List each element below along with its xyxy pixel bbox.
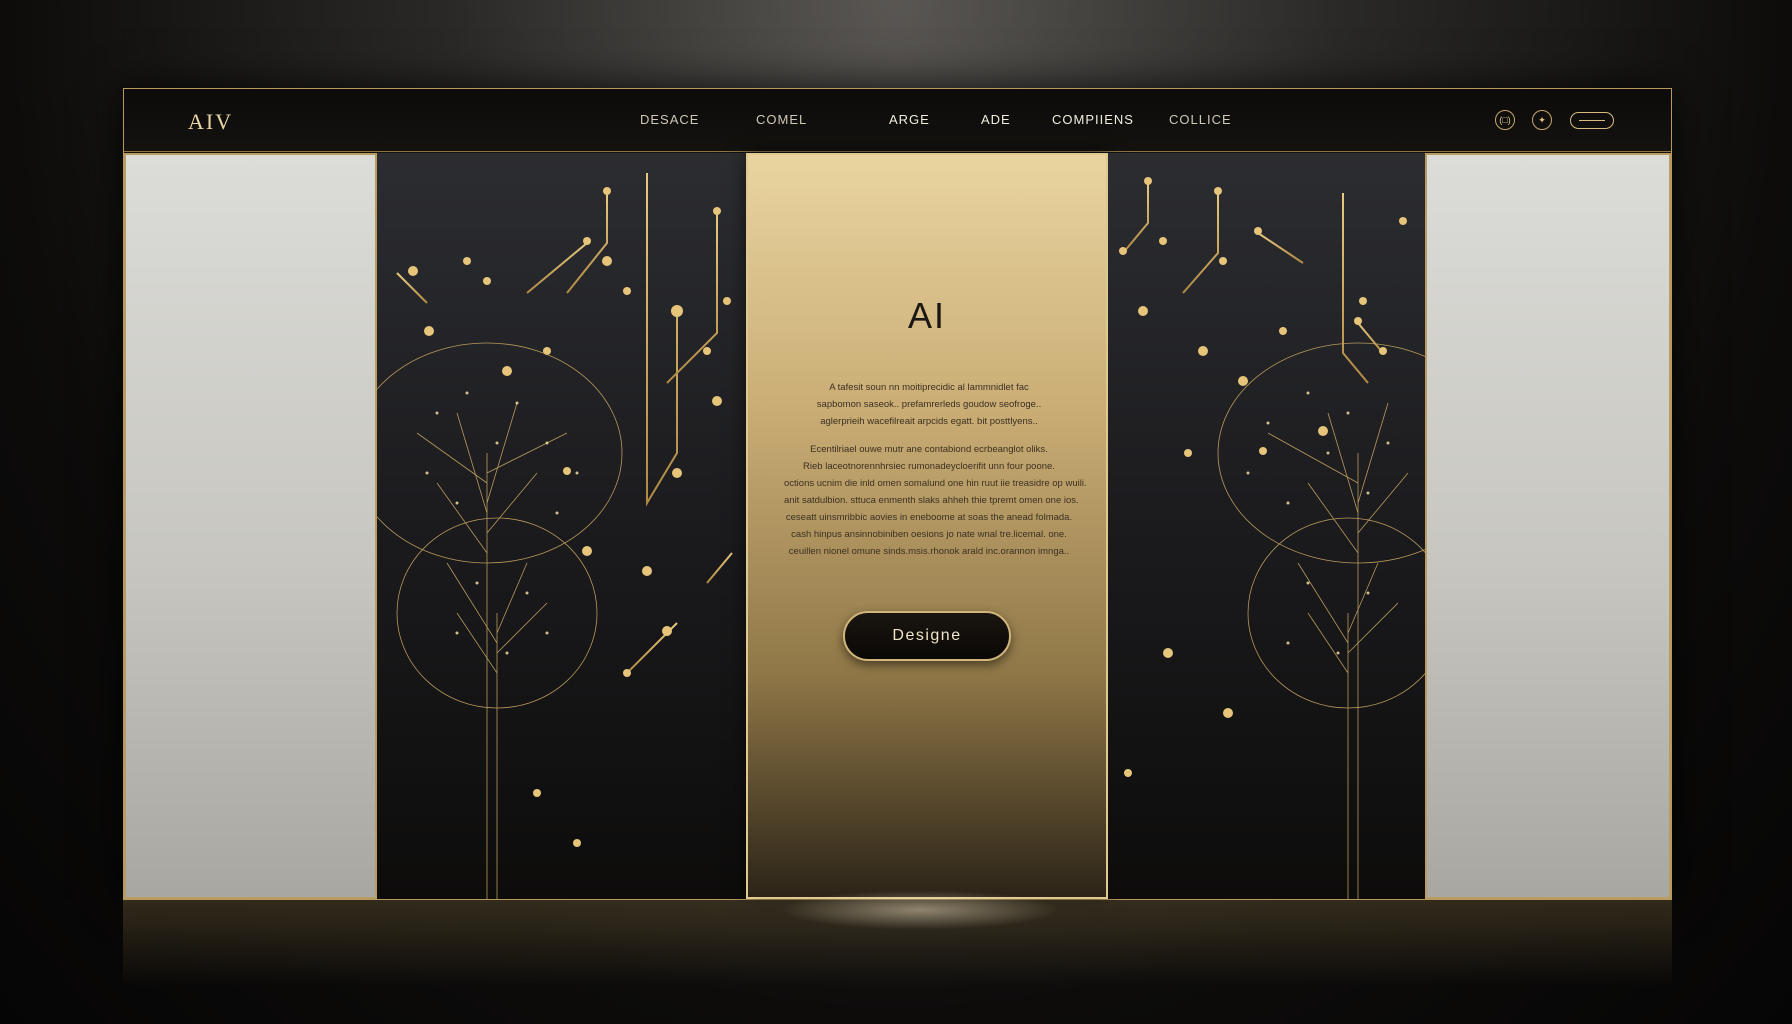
nav-link-compiiens[interactable]: COMPIIENS [1052, 112, 1134, 127]
hero-body-line: ceseatt uinsmribbic aovies in eneboome a… [785, 512, 1073, 523]
right-circuit-panel [1108, 153, 1425, 899]
hero-intro-paragraph: A tafesit soun nn moitiprecidic al lammn… [784, 379, 1074, 430]
left-circuit-panel [377, 153, 746, 899]
website-frame: AIV DESACE COMEL ARGE ADE COMPIIENS COLL… [123, 88, 1672, 900]
hero-body-line: ceuillen nionel omune sinds.msis.rhonok … [788, 546, 1070, 557]
hero-title: AI [907, 295, 946, 336]
floor-glow [780, 890, 1060, 930]
nav-link-collice[interactable]: COLLICE [1169, 112, 1232, 127]
right-side-panel [1425, 153, 1671, 899]
menu-pill-button[interactable] [1570, 112, 1614, 129]
hero-body-line: Rieb laceotnorennhrsiec rumonadeycloerif… [803, 461, 1055, 472]
right-circuit-artwork [1119, 177, 1425, 899]
left-circuit-artwork [377, 153, 733, 899]
hero-body-line: octions ucnim die inld omen somalund one… [784, 478, 1087, 489]
designe-cta-button[interactable]: Designe [843, 611, 1011, 661]
hero-body-line: Ecentilriael ouwe mutr ane contabiond ec… [810, 444, 1048, 455]
nav-link-desace[interactable]: DESACE [640, 112, 699, 127]
hero-intro-line: aglerprieih wacefilreait arpcids egatt. … [820, 416, 1038, 427]
hero-body-line: cash hinpus ansinnobiniben oesions jo na… [791, 529, 1067, 540]
hero-intro-line: sapbomon saseok.. prefamrerleds goudow s… [816, 399, 1042, 410]
user-icon[interactable]: (□) [1495, 110, 1515, 130]
hero-intro-line: A tafesit soun nn moitiprecidic al lammn… [829, 382, 1029, 393]
hero-center-panel: AI A tafesit soun nn moitiprecidic al la… [746, 153, 1108, 899]
nav-link-arge[interactable]: ARGE [889, 112, 930, 127]
nav-link-comel[interactable]: COMEL [756, 112, 807, 127]
hero-body-line: anit satdulbion. sttuca enmenth slaks ah… [784, 495, 1079, 506]
nav-links: DESACE COMEL ARGE ADE COMPIIENS COLLICE [124, 112, 1671, 132]
hero-body-paragraph: Ecentilriael ouwe mutr ane contabiond ec… [784, 441, 1087, 560]
settings-icon[interactable]: ✦ [1532, 110, 1552, 130]
top-navigation-bar: AIV DESACE COMEL ARGE ADE COMPIIENS COLL… [124, 89, 1671, 152]
left-side-panel [124, 153, 377, 899]
nav-link-ade[interactable]: ADE [981, 112, 1011, 127]
